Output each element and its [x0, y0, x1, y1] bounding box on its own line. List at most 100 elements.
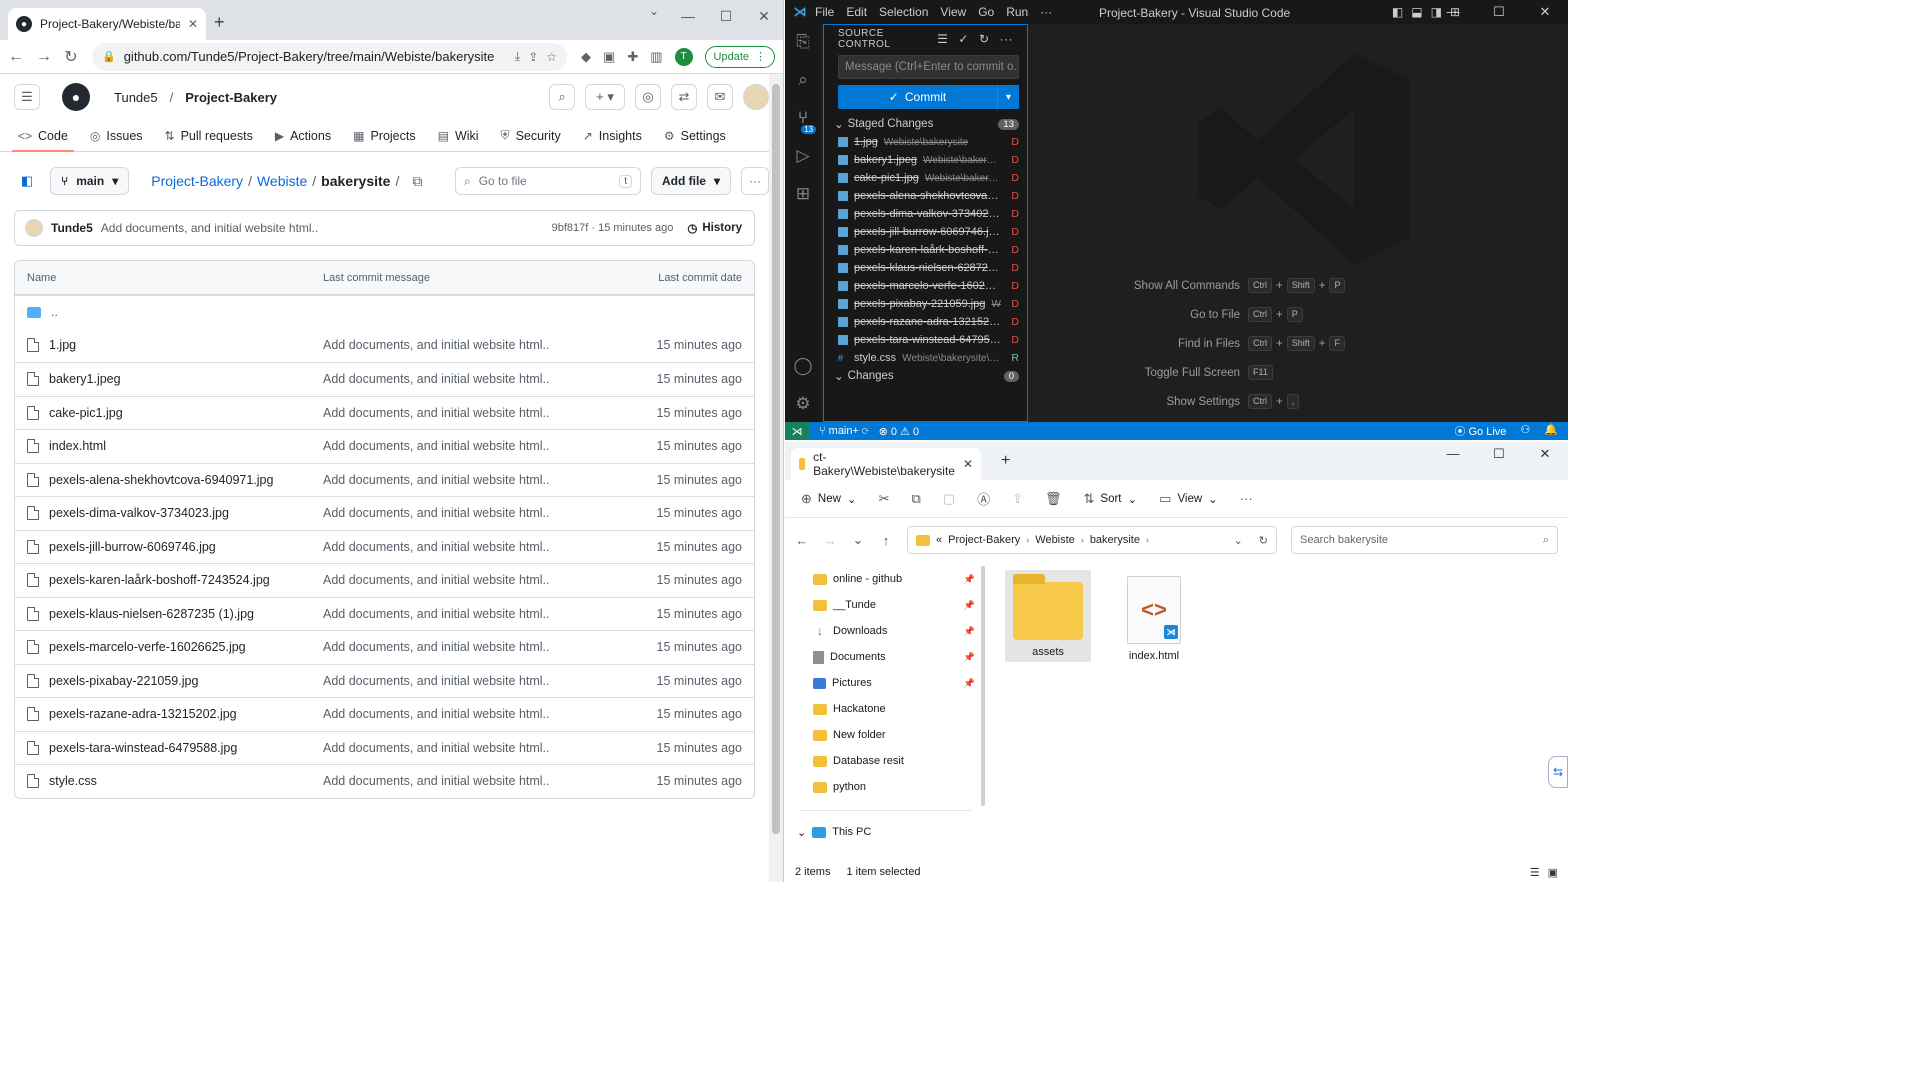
file-name-link[interactable]: pexels-marcelo-verfe-16026625.jpg — [49, 640, 246, 654]
issues-icon[interactable]: ◎ — [635, 84, 661, 110]
chevron-right-icon[interactable]: › — [1026, 535, 1029, 545]
shortcut-label[interactable]: Show Settings — [1166, 396, 1240, 408]
file-name-link[interactable]: pexels-karen-laårk-boshoff-7243524.jpg — [49, 573, 270, 587]
table-row[interactable]: bakery1.jpeg Add documents, and initial w… — [15, 362, 754, 396]
staged-file-item[interactable]: pexels-jill-burrow-6069746.jpg... D — [824, 223, 1027, 241]
file-commit-message[interactable]: Add documents, and initial website html.… — [323, 774, 657, 788]
table-row[interactable]: cake-pic1.jpg Add documents, and initial … — [15, 395, 754, 430]
menu-item[interactable]: Selection — [879, 5, 928, 19]
side-panel-toggle-icon[interactable]: ◧ — [14, 168, 40, 194]
go-live-button[interactable]: ⦿ Go Live — [1454, 423, 1506, 439]
go-to-file-input[interactable]: ⌕ Go to file t — [454, 167, 641, 195]
table-row[interactable]: pexels-karen-laårk-boshoff-7243524.jpg Ad… — [15, 563, 754, 597]
github-logo-icon[interactable]: ● — [62, 83, 90, 111]
staged-file-item[interactable]: pexels-tara-winstead-6479588... D — [824, 331, 1027, 349]
profile-avatar[interactable]: T — [674, 47, 693, 66]
file-commit-message[interactable]: Add documents, and initial website html.… — [323, 473, 657, 487]
search-icon[interactable]: ⌕ — [549, 84, 575, 110]
table-row[interactable]: pexels-klaus-nielsen-6287235 (1).jpg Add … — [15, 596, 754, 631]
forward-button[interactable]: → — [36, 48, 52, 66]
address-overflow[interactable]: « — [936, 534, 942, 546]
close-tab-icon[interactable]: ✕ — [188, 17, 198, 31]
sort-button[interactable]: ⇅ Sort ⌄ — [1084, 491, 1138, 507]
back-button[interactable]: ← — [8, 48, 24, 66]
refresh-icon[interactable]: ↻ — [979, 32, 990, 46]
source-control-icon[interactable]: ⑂ 13 — [798, 108, 817, 134]
table-row[interactable]: pexels-pixabay-221059.jpg Add documents, … — [15, 663, 754, 698]
shortcut-label[interactable]: Find in Files — [1178, 338, 1240, 350]
file-commit-message[interactable]: Add documents, and initial website html.… — [323, 406, 657, 420]
tiles-view-icon[interactable]: ▣ — [1548, 866, 1558, 879]
new-tab-button[interactable]: + — [214, 12, 225, 33]
commit-meta[interactable]: 9bf817f · 15 minutes ago — [552, 222, 674, 234]
menu-item[interactable]: ··· — [1040, 5, 1052, 19]
file-commit-message[interactable]: Add documents, and initial website html.… — [323, 338, 657, 352]
staged-file-item[interactable]: cake-pic1.jpg Webiste\bakerysite D — [824, 169, 1027, 187]
see-more-icon[interactable]: ··· — [1240, 491, 1253, 506]
address-crumb[interactable]: bakerysite — [1090, 534, 1140, 546]
problems-status[interactable]: ⊗ 0 ⚠ 0 — [879, 425, 920, 438]
chevron-right-icon[interactable]: › — [1081, 535, 1084, 545]
staged-file-item[interactable]: pexels-alena-shekhovtcova-69... D — [824, 187, 1027, 205]
table-row[interactable]: pexels-dima-valkov-3734023.jpg Add docume… — [15, 496, 754, 530]
file-name-link[interactable]: pexels-jill-burrow-6069746.jpg — [49, 540, 216, 554]
file-name-link[interactable]: pexels-pixabay-221059.jpg — [49, 674, 198, 688]
maximize-button[interactable]: ☐ — [1476, 442, 1522, 466]
commit-dropdown-button[interactable]: ▾ — [997, 85, 1019, 109]
minimize-button[interactable]: — — [1430, 0, 1476, 24]
file-name-link[interactable]: cake-pic1.jpg — [49, 406, 123, 420]
address-crumb[interactable]: Webiste — [1035, 534, 1075, 546]
file-commit-message[interactable]: Add documents, and initial website html.… — [323, 707, 657, 721]
menu-item[interactable]: File — [815, 5, 834, 19]
file-item-assets[interactable]: assets — [1005, 570, 1091, 662]
explorer-files-icon[interactable]: ⎘ — [796, 32, 810, 52]
inbox-icon[interactable]: ✉ — [707, 84, 733, 110]
refresh-icon[interactable]: ↻ — [1259, 534, 1268, 547]
hamburger-menu-icon[interactable]: ☰ — [14, 84, 40, 110]
maximize-button[interactable]: ☐ — [707, 6, 745, 26]
extension-icon[interactable]: ▣ — [603, 49, 615, 65]
file-commit-message[interactable]: Add documents, and initial website html.… — [323, 540, 657, 554]
staged-file-item[interactable]: pexels-pixabay-221059.jpg We... D — [824, 295, 1027, 313]
user-avatar[interactable] — [743, 84, 769, 110]
tab-search-icon[interactable]: ⌄ — [649, 4, 659, 18]
file-name-link[interactable]: 1.jpg — [49, 338, 76, 352]
tab-insights[interactable]: ↗ Insights — [583, 120, 642, 151]
forward-button[interactable]: → — [823, 533, 837, 548]
staged-file-item[interactable]: pexels-marcelo-verfe-1602662... D — [824, 277, 1027, 295]
table-row[interactable]: pexels-jill-burrow-6069746.jpg Add docume… — [15, 529, 754, 564]
file-commit-message[interactable]: Add documents, and initial website html.… — [323, 607, 657, 621]
address-bar[interactable]: 🔒 github.com/Tunde5/Project-Bakery/tree/… — [92, 42, 568, 71]
crumb-repo[interactable]: Project-Bakery — [151, 173, 243, 189]
tab-pull-requests[interactable]: ⇅ Pull requests — [165, 120, 253, 151]
address-bar[interactable]: « Project-Bakery › Webiste › bakerysite … — [907, 526, 1277, 554]
tab-projects[interactable]: ▦ Projects — [353, 120, 416, 151]
branch-status[interactable]: ⑂ main+ ⟳ — [819, 425, 869, 437]
file-name-link[interactable]: pexels-dima-valkov-3734023.jpg — [49, 506, 229, 520]
paste-icon[interactable]: ▢ — [943, 491, 955, 507]
more-actions-icon[interactable]: ··· — [1000, 32, 1014, 46]
search-icon[interactable]: ⌕ — [798, 70, 808, 90]
more-options-button[interactable]: ··· — [741, 167, 769, 195]
crumb-webiste[interactable]: Webiste — [257, 173, 307, 189]
tab-security[interactable]: ⛨ Security — [501, 120, 561, 151]
toggle-panel-icon[interactable]: ⬓ — [1411, 0, 1422, 24]
commit-message[interactable]: Add documents, and initial website html.… — [101, 221, 318, 235]
rename-icon[interactable]: Ⓐ — [977, 489, 990, 508]
table-row[interactable]: index.html Add documents, and initial web… — [15, 429, 754, 463]
run-debug-icon[interactable]: ▷ — [796, 146, 809, 166]
recent-locations-icon[interactable]: ⌄ — [851, 532, 865, 548]
nav-item[interactable]: New folder — [785, 722, 985, 748]
remote-indicator-icon[interactable]: ⋊ — [785, 422, 809, 440]
nav-item[interactable]: __Tunde 📌 — [785, 592, 985, 618]
file-item-index-html[interactable]: <> ⋊ index.html — [1111, 570, 1197, 662]
close-tab-icon[interactable]: ✕ — [963, 457, 973, 471]
file-name-link[interactable]: bakery1.jpeg — [49, 372, 121, 386]
changes-header[interactable]: ⌄ Changes 0 — [824, 367, 1027, 385]
staged-file-item[interactable]: pexels-klaus-nielsen-6287235-... D — [824, 259, 1027, 277]
extensions-icon[interactable]: ⊞ — [796, 184, 810, 204]
close-window-button[interactable]: ✕ — [745, 6, 783, 26]
tab-issues[interactable]: ◎ Issues — [90, 120, 143, 151]
share-icon[interactable]: ⇪ — [1012, 491, 1023, 507]
new-tab-button[interactable]: + — [1001, 452, 1010, 470]
